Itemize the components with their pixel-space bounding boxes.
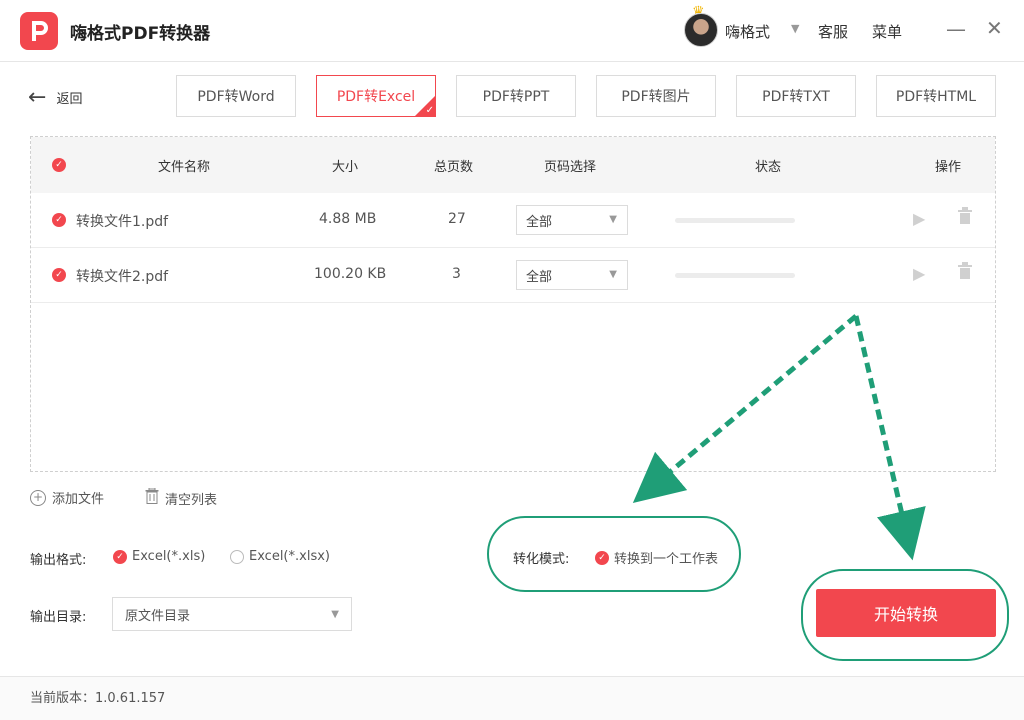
annotation-arrows: [632, 314, 926, 561]
version-text: 当前版本：1.0.61.157: [30, 691, 166, 706]
arrow-to-start: [853, 315, 926, 561]
arrow-to-mode: [632, 314, 858, 504]
